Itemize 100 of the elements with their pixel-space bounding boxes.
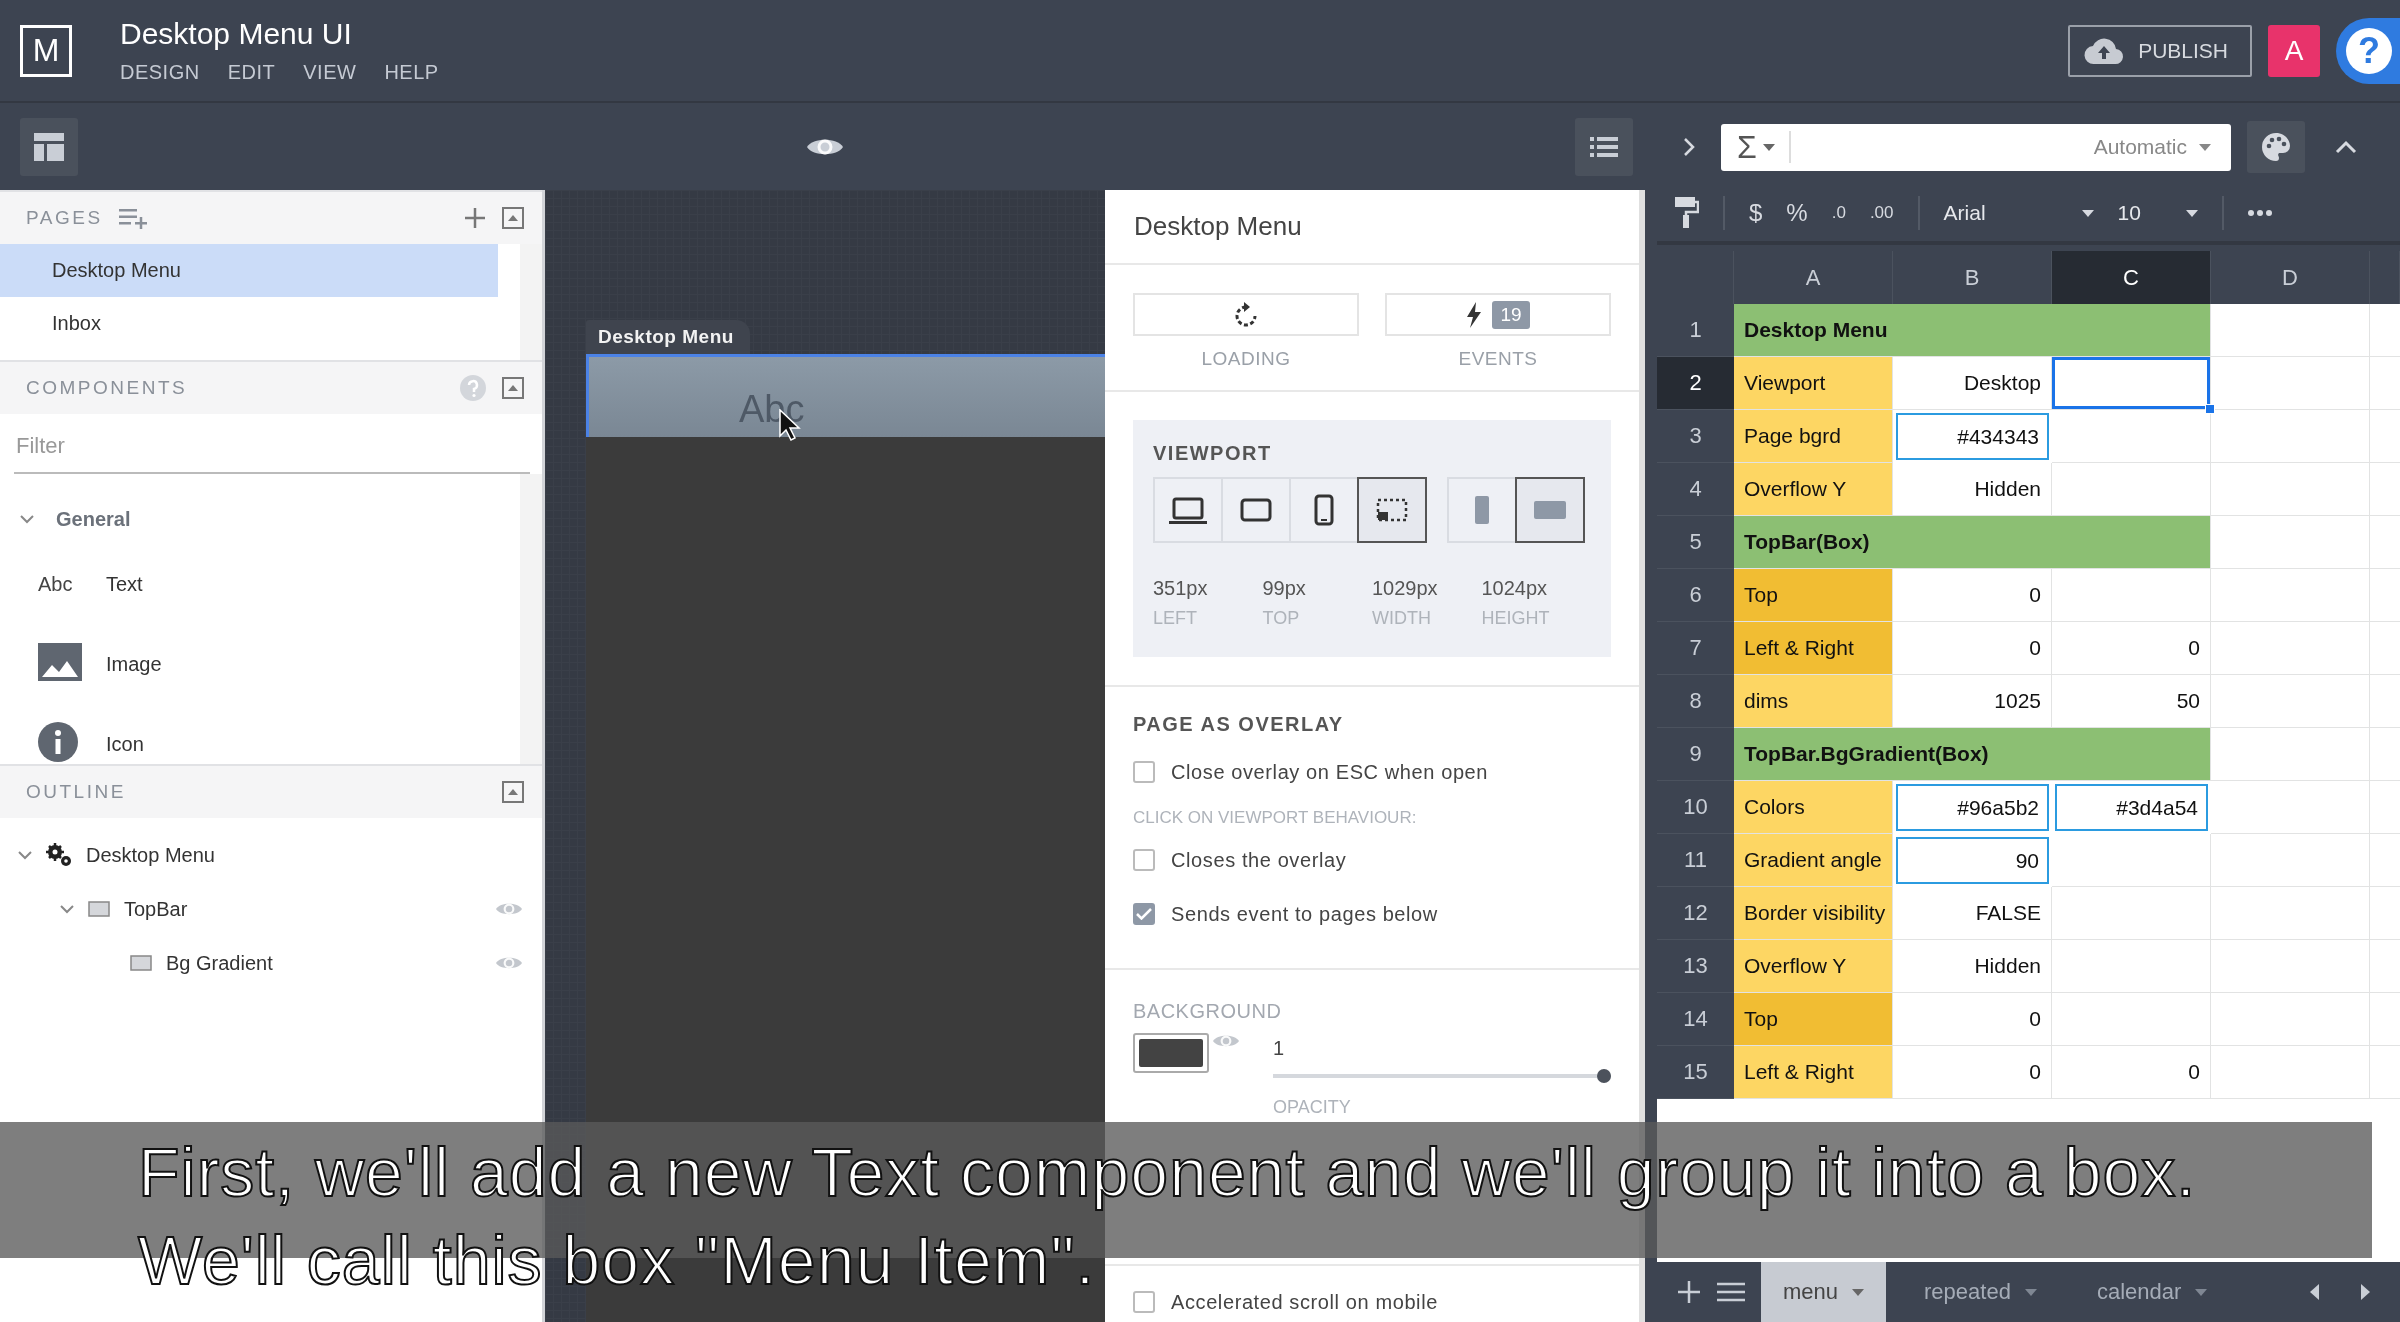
plus-icon[interactable]	[464, 207, 486, 229]
component-item[interactable]: Image	[106, 652, 162, 676]
bolt-icon	[1466, 301, 1483, 328]
publish-button[interactable]: PUBLISH	[2068, 24, 2252, 77]
paint-format-icon[interactable]	[1675, 197, 1699, 229]
metric-value: 351px	[1153, 577, 1209, 600]
table-cell: #434343	[1893, 410, 2052, 463]
page-item[interactable]: Inbox	[0, 297, 498, 350]
help-button[interactable]: ?	[2336, 17, 2400, 84]
checkbox[interactable]: Sends event to pages below	[1133, 894, 1611, 934]
collapse-icon[interactable]	[502, 207, 524, 229]
table-cell: Border visibility	[1734, 887, 1893, 940]
row-header[interactable]: 12	[1657, 887, 1734, 940]
formula-bar[interactable]: Σ Automatic	[1721, 123, 2231, 171]
arrow-left-icon[interactable]	[2310, 1284, 2320, 1300]
row-header[interactable]: 1	[1657, 304, 1734, 357]
component-item[interactable]: Text	[106, 572, 143, 596]
checkbox[interactable]: Accelerated scroll on mobile	[1133, 1282, 1438, 1322]
add-page-icon[interactable]	[118, 207, 149, 229]
row-header[interactable]: 15	[1657, 1046, 1734, 1099]
column-header[interactable]: C	[2052, 251, 2211, 304]
outline-item[interactable]: TopBar	[124, 897, 188, 921]
table-cell: #96a5b2	[1893, 781, 2052, 834]
action-label: LOADING	[1201, 348, 1291, 370]
layout-button[interactable]	[20, 117, 78, 176]
arrow-right-icon[interactable]	[2360, 1284, 2370, 1300]
table-cell: 0	[2052, 622, 2211, 675]
caret-icon[interactable]	[18, 850, 32, 860]
orientation-button[interactable]	[1515, 477, 1585, 543]
row-header[interactable]: 13	[1657, 940, 1734, 993]
caret-icon[interactable]	[60, 904, 74, 914]
column-header[interactable]: D	[2211, 251, 2370, 304]
table-cell: Gradient angle	[1734, 834, 1893, 887]
collapse-toolbar-icon[interactable]	[2335, 140, 2357, 154]
table-cell: TopBar(Box)	[1734, 516, 2211, 569]
collapse-icon[interactable]	[502, 781, 524, 803]
logo: M	[20, 24, 72, 77]
table-cell: 0	[1893, 993, 2052, 1046]
collapse-icon[interactable]	[502, 377, 524, 399]
outline-item[interactable]: Desktop Menu	[86, 843, 215, 867]
table-cell: Desktop Menu	[1734, 304, 2211, 357]
row-header[interactable]: 2	[1657, 357, 1734, 410]
row-header[interactable]: 10	[1657, 781, 1734, 834]
column-header[interactable]: B	[1893, 251, 2052, 304]
row-header[interactable]: 5	[1657, 516, 1734, 569]
row-header[interactable]: 11	[1657, 834, 1734, 887]
checkbox[interactable]: Close overlay on ESC when open	[1133, 752, 1611, 792]
row-header[interactable]: 7	[1657, 622, 1734, 675]
add-sheet-icon[interactable]	[1677, 1280, 1701, 1304]
format-dropdown[interactable]: Automatic	[2087, 134, 2217, 160]
table-cell: 0	[1893, 1046, 2052, 1099]
row-header[interactable]: 4	[1657, 463, 1734, 516]
menu-item[interactable]: HELP	[384, 61, 439, 84]
count-badge: 19	[1492, 300, 1530, 329]
more-icon[interactable]	[2247, 210, 2272, 216]
format-button[interactable]: .00	[1869, 203, 1894, 223]
row-header[interactable]: 8	[1657, 675, 1734, 728]
outline-item[interactable]: Bg Gradient	[166, 951, 273, 975]
row-header[interactable]: 9	[1657, 728, 1734, 781]
table-cell: 1025	[1893, 675, 2052, 728]
format-button[interactable]: $	[1749, 199, 1763, 227]
caption-text: We'll call this box "Menu Item".	[138, 1226, 1096, 1294]
caret-icon	[2199, 143, 2211, 151]
menu-icon[interactable]	[1717, 1282, 1745, 1302]
function-button[interactable]: Σ	[1731, 131, 1791, 163]
font-size-dropdown[interactable]: 10	[2117, 201, 2198, 225]
sheet-tab[interactable]: repeated	[1902, 1262, 2059, 1322]
row-header[interactable]: 14	[1657, 993, 1734, 1046]
chevron-down-icon[interactable]	[20, 514, 34, 524]
font-dropdown[interactable]: Arial	[1943, 201, 2094, 225]
row-header[interactable]: 3	[1657, 410, 1734, 463]
checkbox[interactable]: Closes the overlay	[1133, 840, 1611, 880]
table-cell: Top	[1734, 569, 1893, 622]
menu-item[interactable]: DESIGN	[120, 61, 200, 84]
text-glyph: Abc	[38, 572, 74, 596]
palette-button[interactable]	[2247, 121, 2305, 173]
page-label: Desktop Menu	[586, 320, 750, 354]
format-button[interactable]: .0	[1831, 203, 1846, 223]
table-cell: 0	[2052, 1046, 2211, 1099]
table-cell: #3d4a54	[2052, 781, 2211, 834]
menu-item[interactable]: EDIT	[227, 61, 276, 84]
check-icon	[1136, 908, 1152, 920]
avatar[interactable]: A	[2268, 24, 2320, 77]
list-button[interactable]	[1575, 117, 1633, 176]
menu-item[interactable]: VIEW	[303, 61, 357, 84]
table-cell: dims	[1734, 675, 1893, 728]
sheet-tab[interactable]: calendar	[2074, 1262, 2230, 1322]
chevron-right-icon[interactable]	[1683, 137, 1695, 157]
color-swatch[interactable]	[1133, 1033, 1209, 1073]
fill-handle[interactable]	[2205, 404, 2215, 414]
format-button[interactable]: %	[1786, 199, 1808, 227]
group-label[interactable]: General	[56, 507, 131, 531]
sheet-tab[interactable]: menu	[1761, 1262, 1887, 1322]
slider-thumb[interactable]	[1597, 1069, 1611, 1083]
column-header[interactable]: A	[1734, 251, 1893, 304]
component-item[interactable]: Icon	[106, 732, 144, 756]
layout-icon	[34, 132, 64, 161]
device-button[interactable]	[1357, 477, 1427, 543]
page-item[interactable]: Desktop Menu	[0, 244, 498, 297]
row-header[interactable]: 6	[1657, 569, 1734, 622]
